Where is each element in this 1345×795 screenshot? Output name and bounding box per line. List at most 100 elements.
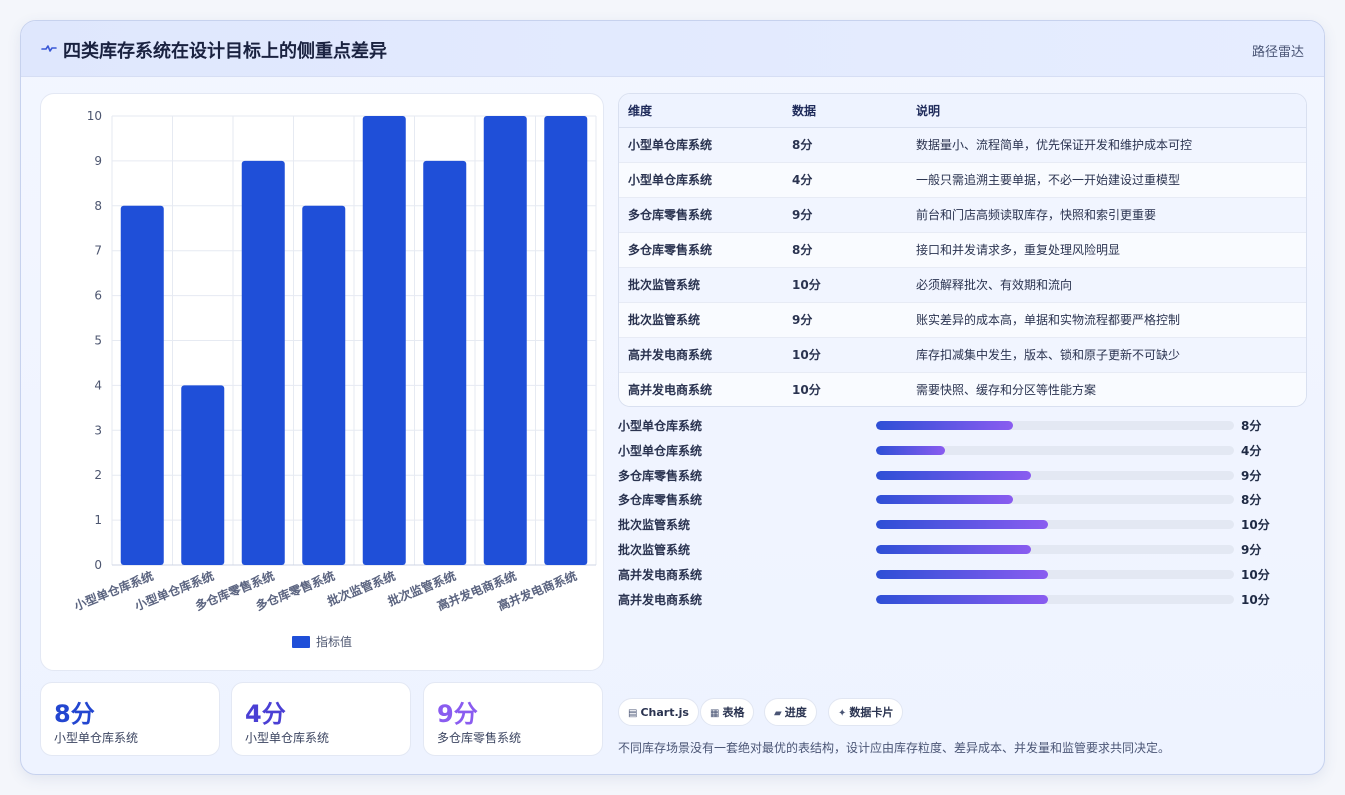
dashboard-frame: 四类库存系统在设计目标上的侧重点差异 路径雷达 0 1 2 3 4 5 6 7 8 9 10 小型单仓…: [20, 20, 1325, 775]
cell-data: 9分: [783, 196, 907, 232]
progress-label: 小型单仓库系统: [618, 443, 703, 458]
progress-row: 高并发电商系统 10分: [618, 592, 1307, 617]
y-tick-label: 2: [94, 468, 102, 482]
chip-label: 表格: [722, 706, 745, 719]
bar-chart-card: 0 1 2 3 4 5 6 7 8 9 10 小型单仓库系统 小型单仓库系统 多仓库零售系统 多仓库零售系统…: [40, 93, 604, 671]
kpi-card: 8分 小型单仓库系统: [40, 682, 220, 756]
progress-value: 10分: [1241, 592, 1270, 607]
progress-fill: [876, 569, 1048, 579]
kpi-value: 8分: [54, 700, 95, 728]
y-tick-label: 4: [94, 378, 102, 392]
progress-label: 高并发电商系统: [618, 592, 703, 607]
cell-dimension: 多仓库零售系统: [619, 231, 783, 267]
data-table: 维度 数据 说明 小型单仓库系统 8分 数据量小、流程简单，优先保证开发和维护成本可…: [619, 94, 1306, 406]
table-row: 小型单仓库系统 8分 数据量小、流程简单，优先保证开发和维护成本可控: [619, 126, 1306, 162]
cell-description: 一般只需追溯主要单据，不必一开始建设过重模型: [907, 161, 1306, 197]
table-row: 批次监管系统 10分 必须解释批次、有效期和流向: [619, 266, 1306, 302]
cell-description: 库存扣减集中发生，版本、锁和原子更新不可缺少: [907, 336, 1306, 372]
progress-track: [876, 544, 1234, 554]
cell-dimension: 小型单仓库系统: [619, 126, 783, 162]
progress-label: 高并发电商系统: [618, 567, 703, 582]
progress-label: 小型单仓库系统: [618, 419, 703, 433]
bar: [302, 205, 346, 566]
progress-icon: ▰: [774, 708, 782, 719]
cell-dimension: 小型单仓库系统: [619, 161, 783, 197]
cell-description: 必须解释批次、有效期和流向: [907, 266, 1306, 302]
y-tick-label: 7: [94, 244, 102, 258]
progress-row: 高并发电商系统 10分: [618, 567, 1307, 592]
progress-value: 4分: [1241, 443, 1262, 458]
bar: [120, 205, 164, 566]
pulse-icon: [41, 45, 57, 52]
footnote: 不同库存场景没有一套绝对最优的表结构，设计应由库存粒度、差异成本、并发量和监管要…: [618, 741, 1171, 755]
progress-track: [876, 520, 1234, 530]
progress-label: 多仓库零售系统: [618, 468, 703, 483]
cell-data: 8分: [783, 231, 907, 267]
kpi-value: 9分: [437, 700, 478, 728]
cell-dimension: 高并发电商系统: [619, 336, 783, 372]
legend-label: 指标值: [316, 634, 352, 649]
cell-dimension: 多仓库零售系统: [619, 196, 783, 232]
chip-label: 数据卡片: [849, 706, 894, 719]
table-icon: ▦: [710, 708, 720, 719]
bar: [181, 385, 225, 565]
bar: [544, 116, 588, 565]
card-icon: ✦: [838, 708, 847, 719]
header-bar: 四类库存系统在设计目标上的侧重点差异 路径雷达: [21, 21, 1324, 77]
progress-list: 小型单仓库系统 8分 小型单仓库系统 4分 多仓库零售系统 9分 多仓库零售系统 8分 批次监管…: [618, 418, 1307, 616]
progress-value: 8分: [1241, 493, 1262, 508]
y-tick-label: 3: [94, 423, 102, 437]
cell-description: 数据量小、流程简单，优先保证开发和维护成本可控: [907, 126, 1306, 162]
x-tick-label: 批次监管系统: [325, 568, 397, 609]
y-tick-label: 1: [94, 513, 102, 527]
y-tick-label: 5: [94, 334, 102, 348]
progress-track: [876, 569, 1234, 579]
table-row: 多仓库零售系统 8分 接口和并发请求多，重复处理风险明显: [619, 231, 1306, 267]
progress-value: 9分: [1241, 542, 1262, 557]
progress-row: 小型单仓库系统 4分: [618, 443, 1307, 468]
y-tick-label: 6: [94, 289, 102, 303]
progress-fill: [876, 421, 1014, 430]
cell-data: 9分: [783, 301, 907, 337]
cell-data: 10分: [783, 266, 907, 302]
chip-progress[interactable]: ▰ 进度: [764, 698, 817, 726]
progress-row: 批次监管系统 9分: [618, 542, 1307, 567]
route-radar-link[interactable]: 路径雷达: [1252, 41, 1304, 60]
progress-value: 8分: [1241, 419, 1262, 433]
chip-chart[interactable]: ▤ Chart.js: [618, 698, 699, 726]
progress-value: 10分: [1241, 567, 1270, 582]
progress-track: [876, 470, 1234, 480]
bar-chart: 012345678910小型单仓库系统小型单仓库系统多仓库零售系统多仓库零售系统…: [72, 109, 597, 649]
y-tick-label: 8: [94, 199, 102, 213]
cell-description: 前台和门店高频读取库存，快照和索引更重要: [907, 196, 1306, 232]
cell-dimension: 高并发电商系统: [619, 371, 783, 406]
chart-icon: ▤: [628, 708, 638, 719]
cell-description: 需要快照、缓存和分区等性能方案: [907, 371, 1306, 406]
chip-label: Chart.js: [640, 706, 689, 719]
progress-value: 10分: [1241, 518, 1270, 533]
progress-track: [876, 421, 1234, 430]
cell-dimension: 批次监管系统: [619, 266, 783, 302]
table-row: 多仓库零售系统 9分 前台和门店高频读取库存，快照和索引更重要: [619, 196, 1306, 232]
column-header-data: 数据: [783, 94, 907, 128]
legend-swatch: [292, 636, 310, 648]
y-tick-label: 10: [87, 109, 102, 123]
progress-value: 9分: [1241, 468, 1262, 483]
progress-label: 多仓库零售系统: [618, 493, 703, 508]
progress-fill: [876, 445, 945, 455]
chip-card[interactable]: ✦ 数据卡片: [828, 698, 904, 726]
progress-track: [876, 495, 1234, 505]
bar: [483, 116, 527, 565]
y-tick-label: 9: [94, 154, 102, 168]
progress-track: [876, 594, 1234, 604]
chip-table[interactable]: ▦ 表格: [700, 698, 755, 726]
data-table-card: 维度 数据 说明 小型单仓库系统 8分 数据量小、流程简单，优先保证开发和维护成本可…: [618, 93, 1307, 407]
progress-fill: [876, 470, 1031, 480]
bar: [241, 160, 285, 565]
kpi-label: 小型单仓库系统: [54, 731, 139, 745]
cell-dimension: 批次监管系统: [619, 301, 783, 337]
kpi-card: 9分 多仓库零售系统: [423, 682, 603, 756]
table-row: 高并发电商系统 10分 库存扣减集中发生，版本、锁和原子更新不可缺少: [619, 336, 1306, 372]
table-header-row: 维度 数据 说明: [619, 94, 1306, 128]
column-header-description: 说明: [907, 94, 1306, 128]
